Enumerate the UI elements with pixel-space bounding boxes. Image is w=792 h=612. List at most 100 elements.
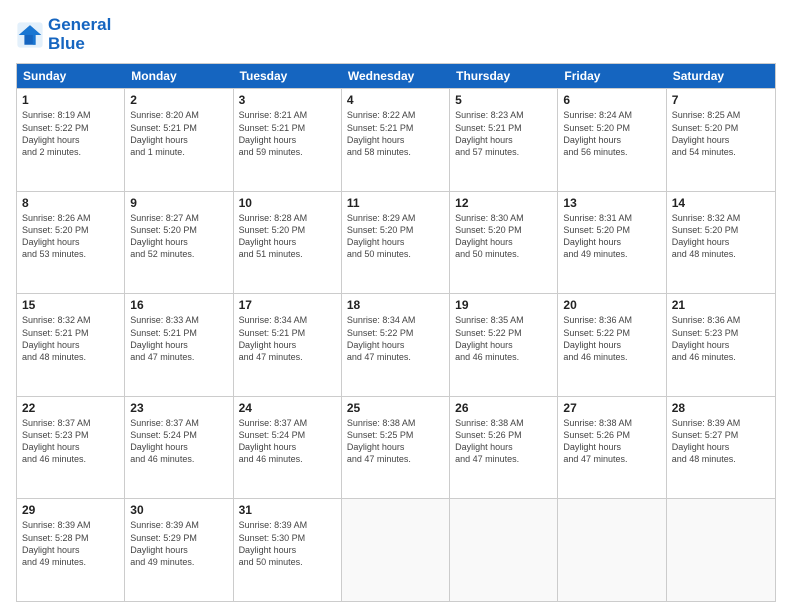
day-number: 28 [672,401,770,415]
day-number: 29 [22,503,119,517]
day-cell-4: 4 Sunrise: 8:22 AMSunset: 5:21 PMDaylight… [342,89,450,191]
header-cell-thursday: Thursday [450,64,558,88]
header-cell-wednesday: Wednesday [342,64,450,88]
day-number: 27 [563,401,660,415]
day-cell-12: 12Sunrise: 8:30 AMSunset: 5:20 PMDayligh… [450,192,558,294]
day-info: Sunrise: 8:28 AMSunset: 5:20 PMDaylight … [239,212,336,261]
header-cell-monday: Monday [125,64,233,88]
day-cell-30: 30 Sunrise: 8:39 AMSunset: 5:29 PMDayligh… [125,499,233,601]
empty-cell [450,499,558,601]
day-number: 1 [22,93,119,107]
day-info: Sunrise: 8:36 AMSunset: 5:22 PMDaylight … [563,314,660,363]
logo-text: General Blue [48,16,111,53]
empty-cell [342,499,450,601]
day-info: Sunrise: 8:39 AMSunset: 5:28 PMDaylight … [22,519,119,568]
day-number: 3 [239,93,336,107]
day-number: 9 [130,196,227,210]
day-info: Sunrise: 8:26 AMSunset: 5:20 PMDaylight … [22,212,119,261]
day-cell-10: 10 Sunrise: 8:28 AMSunset: 5:20 PMDayligh… [234,192,342,294]
day-cell-13: 13Sunrise: 8:31 AMSunset: 5:20 PMDayligh… [558,192,666,294]
day-info: Sunrise: 8:36 AMSunset: 5:23 PMDaylight … [672,314,770,363]
calendar-header: SundayMondayTuesdayWednesdayThursdayFrid… [17,64,775,88]
day-cell-14: 14 Sunrise: 8:32 AMSunset: 5:20 PMDayligh… [667,192,775,294]
week-row-3: 15 Sunrise: 8:32 AMSunset: 5:21 PMDayligh… [17,293,775,396]
day-info: Sunrise: 8:38 AMSunset: 5:26 PMDaylight … [563,417,660,466]
day-info: Sunrise: 8:39 AMSunset: 5:29 PMDaylight … [130,519,227,568]
week-row-4: 22 Sunrise: 8:37 AMSunset: 5:23 PMDayligh… [17,396,775,499]
day-cell-17: 17 Sunrise: 8:34 AMSunset: 5:21 PMDayligh… [234,294,342,396]
day-cell-5: 5 Sunrise: 8:23 AMSunset: 5:21 PMDaylight… [450,89,558,191]
day-number: 11 [347,196,444,210]
day-number: 30 [130,503,227,517]
week-row-1: 1 Sunrise: 8:19 AMSunset: 5:22 PMDaylight… [17,88,775,191]
day-info: Sunrise: 8:32 AMSunset: 5:20 PMDaylight … [672,212,770,261]
day-number: 5 [455,93,552,107]
header-cell-saturday: Saturday [667,64,775,88]
day-number: 13 [563,196,660,210]
day-number: 19 [455,298,552,312]
day-number: 31 [239,503,336,517]
day-cell-22: 22 Sunrise: 8:37 AMSunset: 5:23 PMDayligh… [17,397,125,499]
day-info: Sunrise: 8:25 AMSunset: 5:20 PMDaylight … [672,109,770,158]
day-info: Sunrise: 8:34 AMSunset: 5:22 PMDaylight … [347,314,444,363]
day-info: Sunrise: 8:19 AMSunset: 5:22 PMDaylight … [22,109,119,158]
week-row-5: 29 Sunrise: 8:39 AMSunset: 5:28 PMDayligh… [17,498,775,601]
day-number: 17 [239,298,336,312]
day-number: 16 [130,298,227,312]
day-info: Sunrise: 8:33 AMSunset: 5:21 PMDaylight … [130,314,227,363]
week-row-2: 8 Sunrise: 8:26 AMSunset: 5:20 PMDaylight… [17,191,775,294]
day-cell-18: 18Sunrise: 8:34 AMSunset: 5:22 PMDayligh… [342,294,450,396]
day-number: 2 [130,93,227,107]
day-info: Sunrise: 8:39 AMSunset: 5:27 PMDaylight … [672,417,770,466]
day-number: 26 [455,401,552,415]
day-cell-31: 31 Sunrise: 8:39 AMSunset: 5:30 PMDayligh… [234,499,342,601]
day-number: 8 [22,196,119,210]
day-info: Sunrise: 8:38 AMSunset: 5:25 PMDaylight … [347,417,444,466]
day-cell-26: 26 Sunrise: 8:38 AMSunset: 5:26 PMDayligh… [450,397,558,499]
calendar: SundayMondayTuesdayWednesdayThursdayFrid… [16,63,776,602]
day-number: 6 [563,93,660,107]
day-cell-2: 2 Sunrise: 8:20 AMSunset: 5:21 PMDaylight… [125,89,233,191]
day-cell-6: 6 Sunrise: 8:24 AMSunset: 5:20 PMDaylight… [558,89,666,191]
day-number: 24 [239,401,336,415]
calendar-body: 1 Sunrise: 8:19 AMSunset: 5:22 PMDaylight… [17,88,775,601]
day-cell-8: 8 Sunrise: 8:26 AMSunset: 5:20 PMDaylight… [17,192,125,294]
day-info: Sunrise: 8:37 AMSunset: 5:24 PMDaylight … [130,417,227,466]
day-info: Sunrise: 8:29 AMSunset: 5:20 PMDaylight … [347,212,444,261]
day-cell-27: 27 Sunrise: 8:38 AMSunset: 5:26 PMDayligh… [558,397,666,499]
day-cell-20: 20Sunrise: 8:36 AMSunset: 5:22 PMDayligh… [558,294,666,396]
day-cell-25: 25 Sunrise: 8:38 AMSunset: 5:25 PMDayligh… [342,397,450,499]
empty-cell [558,499,666,601]
day-number: 10 [239,196,336,210]
day-number: 4 [347,93,444,107]
day-cell-23: 23 Sunrise: 8:37 AMSunset: 5:24 PMDayligh… [125,397,233,499]
day-info: Sunrise: 8:23 AMSunset: 5:21 PMDaylight … [455,109,552,158]
day-cell-11: 11 Sunrise: 8:29 AMSunset: 5:20 PMDayligh… [342,192,450,294]
day-info: Sunrise: 8:34 AMSunset: 5:21 PMDaylight … [239,314,336,363]
day-number: 7 [672,93,770,107]
day-number: 21 [672,298,770,312]
day-info: Sunrise: 8:27 AMSunset: 5:20 PMDaylight … [130,212,227,261]
day-cell-7: 7 Sunrise: 8:25 AMSunset: 5:20 PMDaylight… [667,89,775,191]
day-cell-19: 19Sunrise: 8:35 AMSunset: 5:22 PMDayligh… [450,294,558,396]
day-number: 22 [22,401,119,415]
header-cell-sunday: Sunday [17,64,125,88]
page-header: General Blue [16,16,776,53]
day-info: Sunrise: 8:39 AMSunset: 5:30 PMDaylight … [239,519,336,568]
calendar-page: General Blue SundayMondayTuesdayWednesda… [0,0,792,612]
day-info: Sunrise: 8:32 AMSunset: 5:21 PMDaylight … [22,314,119,363]
logo-icon [16,21,44,49]
day-info: Sunrise: 8:22 AMSunset: 5:21 PMDaylight … [347,109,444,158]
day-cell-3: 3Sunrise: 8:21 AMSunset: 5:21 PMDaylight… [234,89,342,191]
day-info: Sunrise: 8:37 AMSunset: 5:23 PMDaylight … [22,417,119,466]
day-info: Sunrise: 8:24 AMSunset: 5:20 PMDaylight … [563,109,660,158]
day-cell-1: 1 Sunrise: 8:19 AMSunset: 5:22 PMDaylight… [17,89,125,191]
day-number: 15 [22,298,119,312]
day-cell-15: 15 Sunrise: 8:32 AMSunset: 5:21 PMDayligh… [17,294,125,396]
day-number: 23 [130,401,227,415]
day-number: 25 [347,401,444,415]
day-number: 14 [672,196,770,210]
day-number: 12 [455,196,552,210]
day-info: Sunrise: 8:38 AMSunset: 5:26 PMDaylight … [455,417,552,466]
day-info: Sunrise: 8:20 AMSunset: 5:21 PMDaylight … [130,109,227,158]
